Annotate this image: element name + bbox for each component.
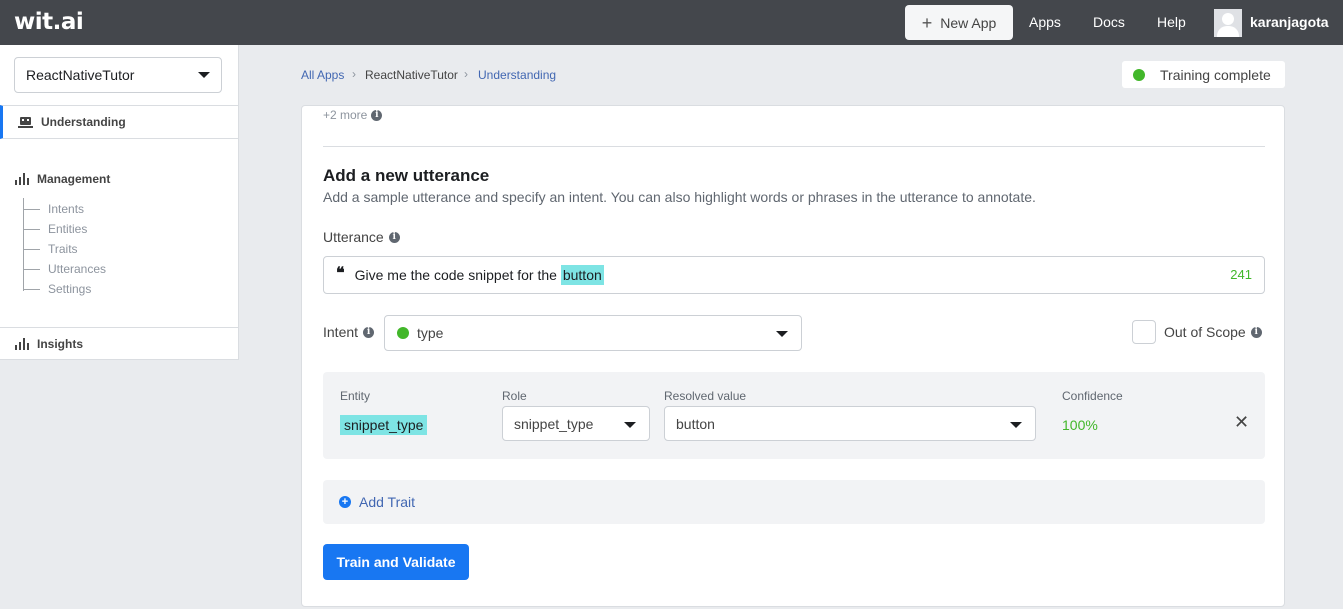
chevron-down-icon [624,422,636,428]
training-status-badge: Training complete [1122,61,1285,88]
info-icon[interactable]: i [371,109,383,121]
sidebar-section-label: Management [37,172,111,186]
breadcrumb-understanding[interactable]: Understanding [478,68,556,82]
info-icon[interactable]: i [363,326,375,338]
info-icon[interactable]: i [1250,326,1262,338]
add-trait-button[interactable]: + Add Trait [323,480,1265,524]
nav-help-link[interactable]: Help [1157,14,1186,30]
chevron-down-icon [198,72,210,78]
nav-apps-link[interactable]: Apps [1029,14,1061,30]
robot-icon [18,116,33,128]
status-text: Training complete [1160,66,1271,83]
username[interactable]: karanjagota [1250,14,1329,30]
out-of-scope-text: Out of Scope [1164,324,1246,340]
sidebar-section-management[interactable]: Management [15,172,110,186]
sidebar-item-traits[interactable]: Traits [23,242,78,256]
utterance-input[interactable]: ❝ Give me the code snippet for the butto… [323,256,1265,294]
breadcrumb-app[interactable]: ReactNativeTutor [365,68,458,82]
app-select[interactable]: ReactNativeTutor [14,57,222,93]
info-icon[interactable]: i [388,231,400,243]
bar-chart-icon [15,173,30,185]
plus-icon: + [921,12,933,33]
sidebar: ReactNativeTutor Understanding Managemen… [0,45,239,360]
bar-chart-icon [15,338,30,350]
resolved-value: button [676,415,715,432]
entity-panel: Entity Role Resolved value Confidence sn… [323,372,1265,459]
more-text: +2 more [323,108,368,122]
nav-docs-link[interactable]: Docs [1093,14,1125,30]
sidebar-item-label: Understanding [41,115,126,129]
role-header: Role [502,389,527,403]
new-app-button[interactable]: + New App [905,5,1013,40]
intent-dot-icon [397,327,409,339]
utterance-text: Give me the code snippet for the [354,267,561,283]
avatar[interactable] [1214,9,1242,37]
character-count: 241 [1230,267,1252,282]
close-icon[interactable]: ✕ [1234,413,1249,431]
sidebar-item-entities[interactable]: Entities [22,222,87,236]
chevron-down-icon [776,331,788,337]
sidebar-item-intents[interactable]: Intents [22,202,84,216]
entity-chip[interactable]: snippet_type [340,415,428,435]
intent-select[interactable]: type [384,315,802,351]
sidebar-section-insights[interactable]: Insights [15,337,83,351]
utterance-label: Utterance i [323,229,400,245]
utterance-label-text: Utterance [323,229,384,245]
confidence-header: Confidence [1062,389,1123,403]
section-title: Add a new utterance [323,166,490,185]
train-and-validate-button[interactable]: Train and Validate [323,544,469,580]
divider [323,146,1265,147]
top-bar: wit.ai + New App Apps Docs Help karanjag… [0,0,1343,45]
intent-label: Intent i [323,324,375,340]
out-of-scope-checkbox[interactable] [1132,320,1156,344]
utterance-card: +2 more i Add a new utterance Add a samp… [301,105,1285,607]
new-app-label: New App [940,14,997,31]
entity-header: Entity [340,389,371,403]
utterance-highlight[interactable]: button [560,265,604,285]
more-indicator[interactable]: +2 more i [323,108,383,122]
add-trait-label: Add Trait [359,494,416,510]
sidebar-item-settings[interactable]: Settings [22,282,91,296]
role-select[interactable]: snippet_type [502,406,650,441]
chevron-right-icon: › [352,67,356,81]
out-of-scope-label: Out of Scope i [1164,324,1262,340]
intent-value: type [417,325,444,341]
resolved-value-select[interactable]: button [664,406,1036,441]
confidence-value: 100% [1062,417,1098,433]
breadcrumb-all-apps[interactable]: All Apps [301,68,344,82]
resolved-value-header: Resolved value [664,389,747,403]
role-value: snippet_type [514,415,594,432]
sidebar-section-label: Insights [37,337,84,351]
plus-circle-icon: + [339,496,351,508]
section-description: Add a sample utterance and specify an in… [323,189,1036,205]
tree-line [23,198,24,291]
sidebar-item-understanding[interactable]: Understanding [0,105,239,139]
intent-label-text: Intent [323,324,359,340]
chevron-right-icon: › [464,67,468,81]
sidebar-item-utterances[interactable]: Utterances [22,262,106,276]
quote-icon: ❝ [336,263,345,282]
app-select-value: ReactNativeTutor [26,67,135,83]
status-dot-icon [1133,68,1145,81]
chevron-down-icon [1010,422,1022,428]
wit-ai-logo[interactable]: wit.ai [14,9,84,35]
